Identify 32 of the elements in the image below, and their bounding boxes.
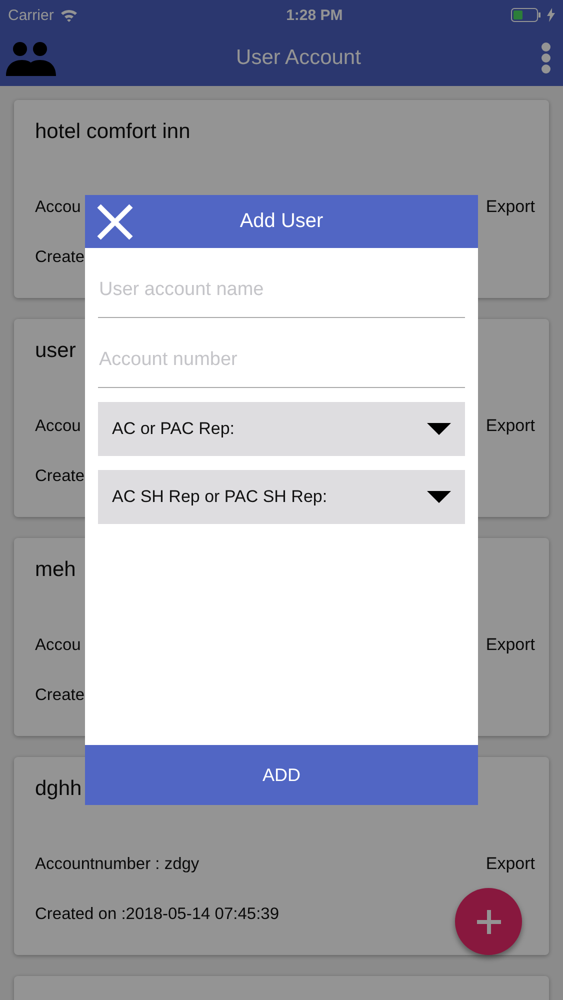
more-menu-icon[interactable] xyxy=(541,42,551,74)
close-button[interactable] xyxy=(95,202,135,242)
caret-icon xyxy=(427,491,451,503)
account-title: meh xyxy=(35,558,76,582)
created-date: Create xyxy=(35,248,85,266)
caret-icon xyxy=(427,423,451,435)
charging-icon xyxy=(546,8,555,22)
battery-icon xyxy=(510,8,541,22)
account-number: Accou xyxy=(35,198,81,216)
add-submit-button[interactable]: ADD xyxy=(85,745,478,805)
carrier-label: Carrier xyxy=(8,6,54,24)
app-title: User Account xyxy=(236,46,361,70)
created-date: Create xyxy=(35,686,85,704)
account-number: Accou xyxy=(35,636,81,654)
plus-icon xyxy=(476,910,500,934)
users-icon[interactable] xyxy=(6,40,56,76)
account-title: user xyxy=(35,339,76,363)
created-date: Create xyxy=(35,466,85,486)
status-time: 1:28 PM xyxy=(286,6,343,24)
export-link[interactable]: Export xyxy=(486,635,535,655)
export-link[interactable]: Export xyxy=(486,197,535,217)
account-title: dghh xyxy=(35,777,82,801)
account-number: Accountnumber : zdgy xyxy=(35,854,200,874)
account-title: hotel comfort inn xyxy=(35,120,190,144)
account-number: Accou xyxy=(35,416,81,436)
created-date: Created on :2018-05-14 07:45:39 xyxy=(35,904,280,924)
export-link[interactable]: Export xyxy=(486,416,535,436)
dropdown[interactable]: AC or PAC Rep: xyxy=(98,402,465,456)
dropdown[interactable]: AC SH Rep or PAC SH Rep: xyxy=(98,470,465,524)
wifi-icon xyxy=(60,8,78,22)
export-link[interactable]: Export xyxy=(486,854,535,874)
dialog-title: Add User xyxy=(240,210,324,233)
